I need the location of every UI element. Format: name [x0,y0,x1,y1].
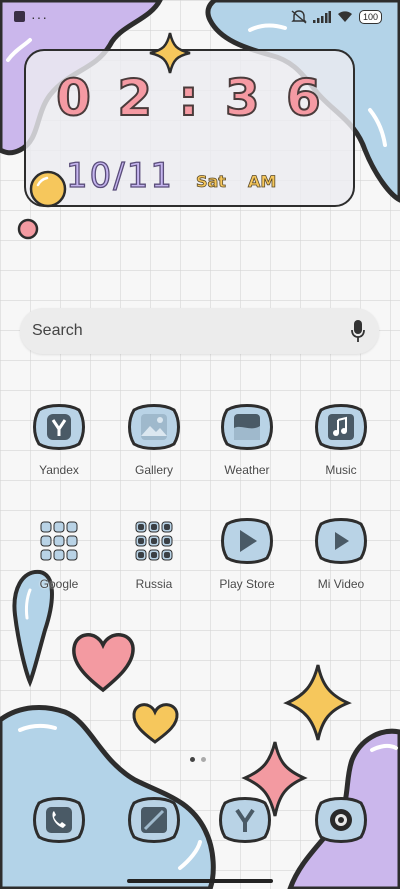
app-label: Gallery [134,463,173,477]
phone-icon[interactable] [33,795,85,845]
yellow-bubble [29,170,67,208]
app-gallery[interactable]: Gallery [114,402,194,477]
app-notification-icon [14,11,25,22]
ampm-label: AM [247,172,277,192]
weekday-label: Sat [195,172,227,192]
time-digit: 6 [285,68,323,128]
home-gesture-bar[interactable] [127,879,273,883]
time-digit: 3 [224,68,262,128]
app-yandex[interactable]: Yandex [19,402,99,477]
search-bar[interactable]: Search [20,308,379,354]
app-mi-video[interactable]: Mi Video [301,516,381,591]
weather-icon [221,404,273,450]
app-music[interactable]: Music [301,402,381,477]
mic-icon[interactable] [351,320,365,342]
camera-icon[interactable] [315,795,367,845]
app-label: Google [39,577,79,591]
yandex-browser-icon[interactable] [219,795,271,845]
gallery-icon [128,404,180,450]
mute-icon [291,10,307,24]
google-folder-icon [40,521,78,561]
time-digit: 0 [55,68,93,128]
more-dots-icon: ··· [31,8,48,25]
time-digit: 2 [116,68,155,128]
page-dot-active [190,757,195,762]
app-play-store[interactable]: Play Store [207,516,287,591]
clock-time: 0 2 : 3 6 [26,68,353,128]
battery-icon: 100 [358,10,382,24]
app-label: Weather [224,463,270,477]
yandex-icon [33,404,85,450]
page-indicator[interactable] [190,757,206,762]
page-dot [201,757,206,762]
play-store-icon [221,518,273,564]
signal-icon [312,11,331,23]
app-label: Music [325,463,357,477]
status-bar: ··· 100 [0,0,400,34]
app-label: Play Store [219,577,275,591]
app-weather[interactable]: Weather [207,402,287,477]
notes-icon[interactable] [128,795,180,845]
mi-video-icon [315,518,367,564]
folder-russia[interactable]: Russia [114,516,194,591]
app-label: Yandex [39,463,79,477]
music-icon [315,404,367,450]
date-label: 10/11 [65,155,174,196]
app-label: Mi Video [317,577,365,591]
russia-folder-icon [135,521,173,561]
app-label: Russia [135,577,173,591]
clock-widget[interactable]: 0 2 : 3 6 10/11 Sat AM [24,32,355,208]
date-row: 10/11 Sat AM [65,155,277,196]
folder-google[interactable]: Google [19,516,99,591]
search-label: Search [32,322,83,339]
wifi-icon [337,11,352,22]
time-separator: : [177,68,201,128]
